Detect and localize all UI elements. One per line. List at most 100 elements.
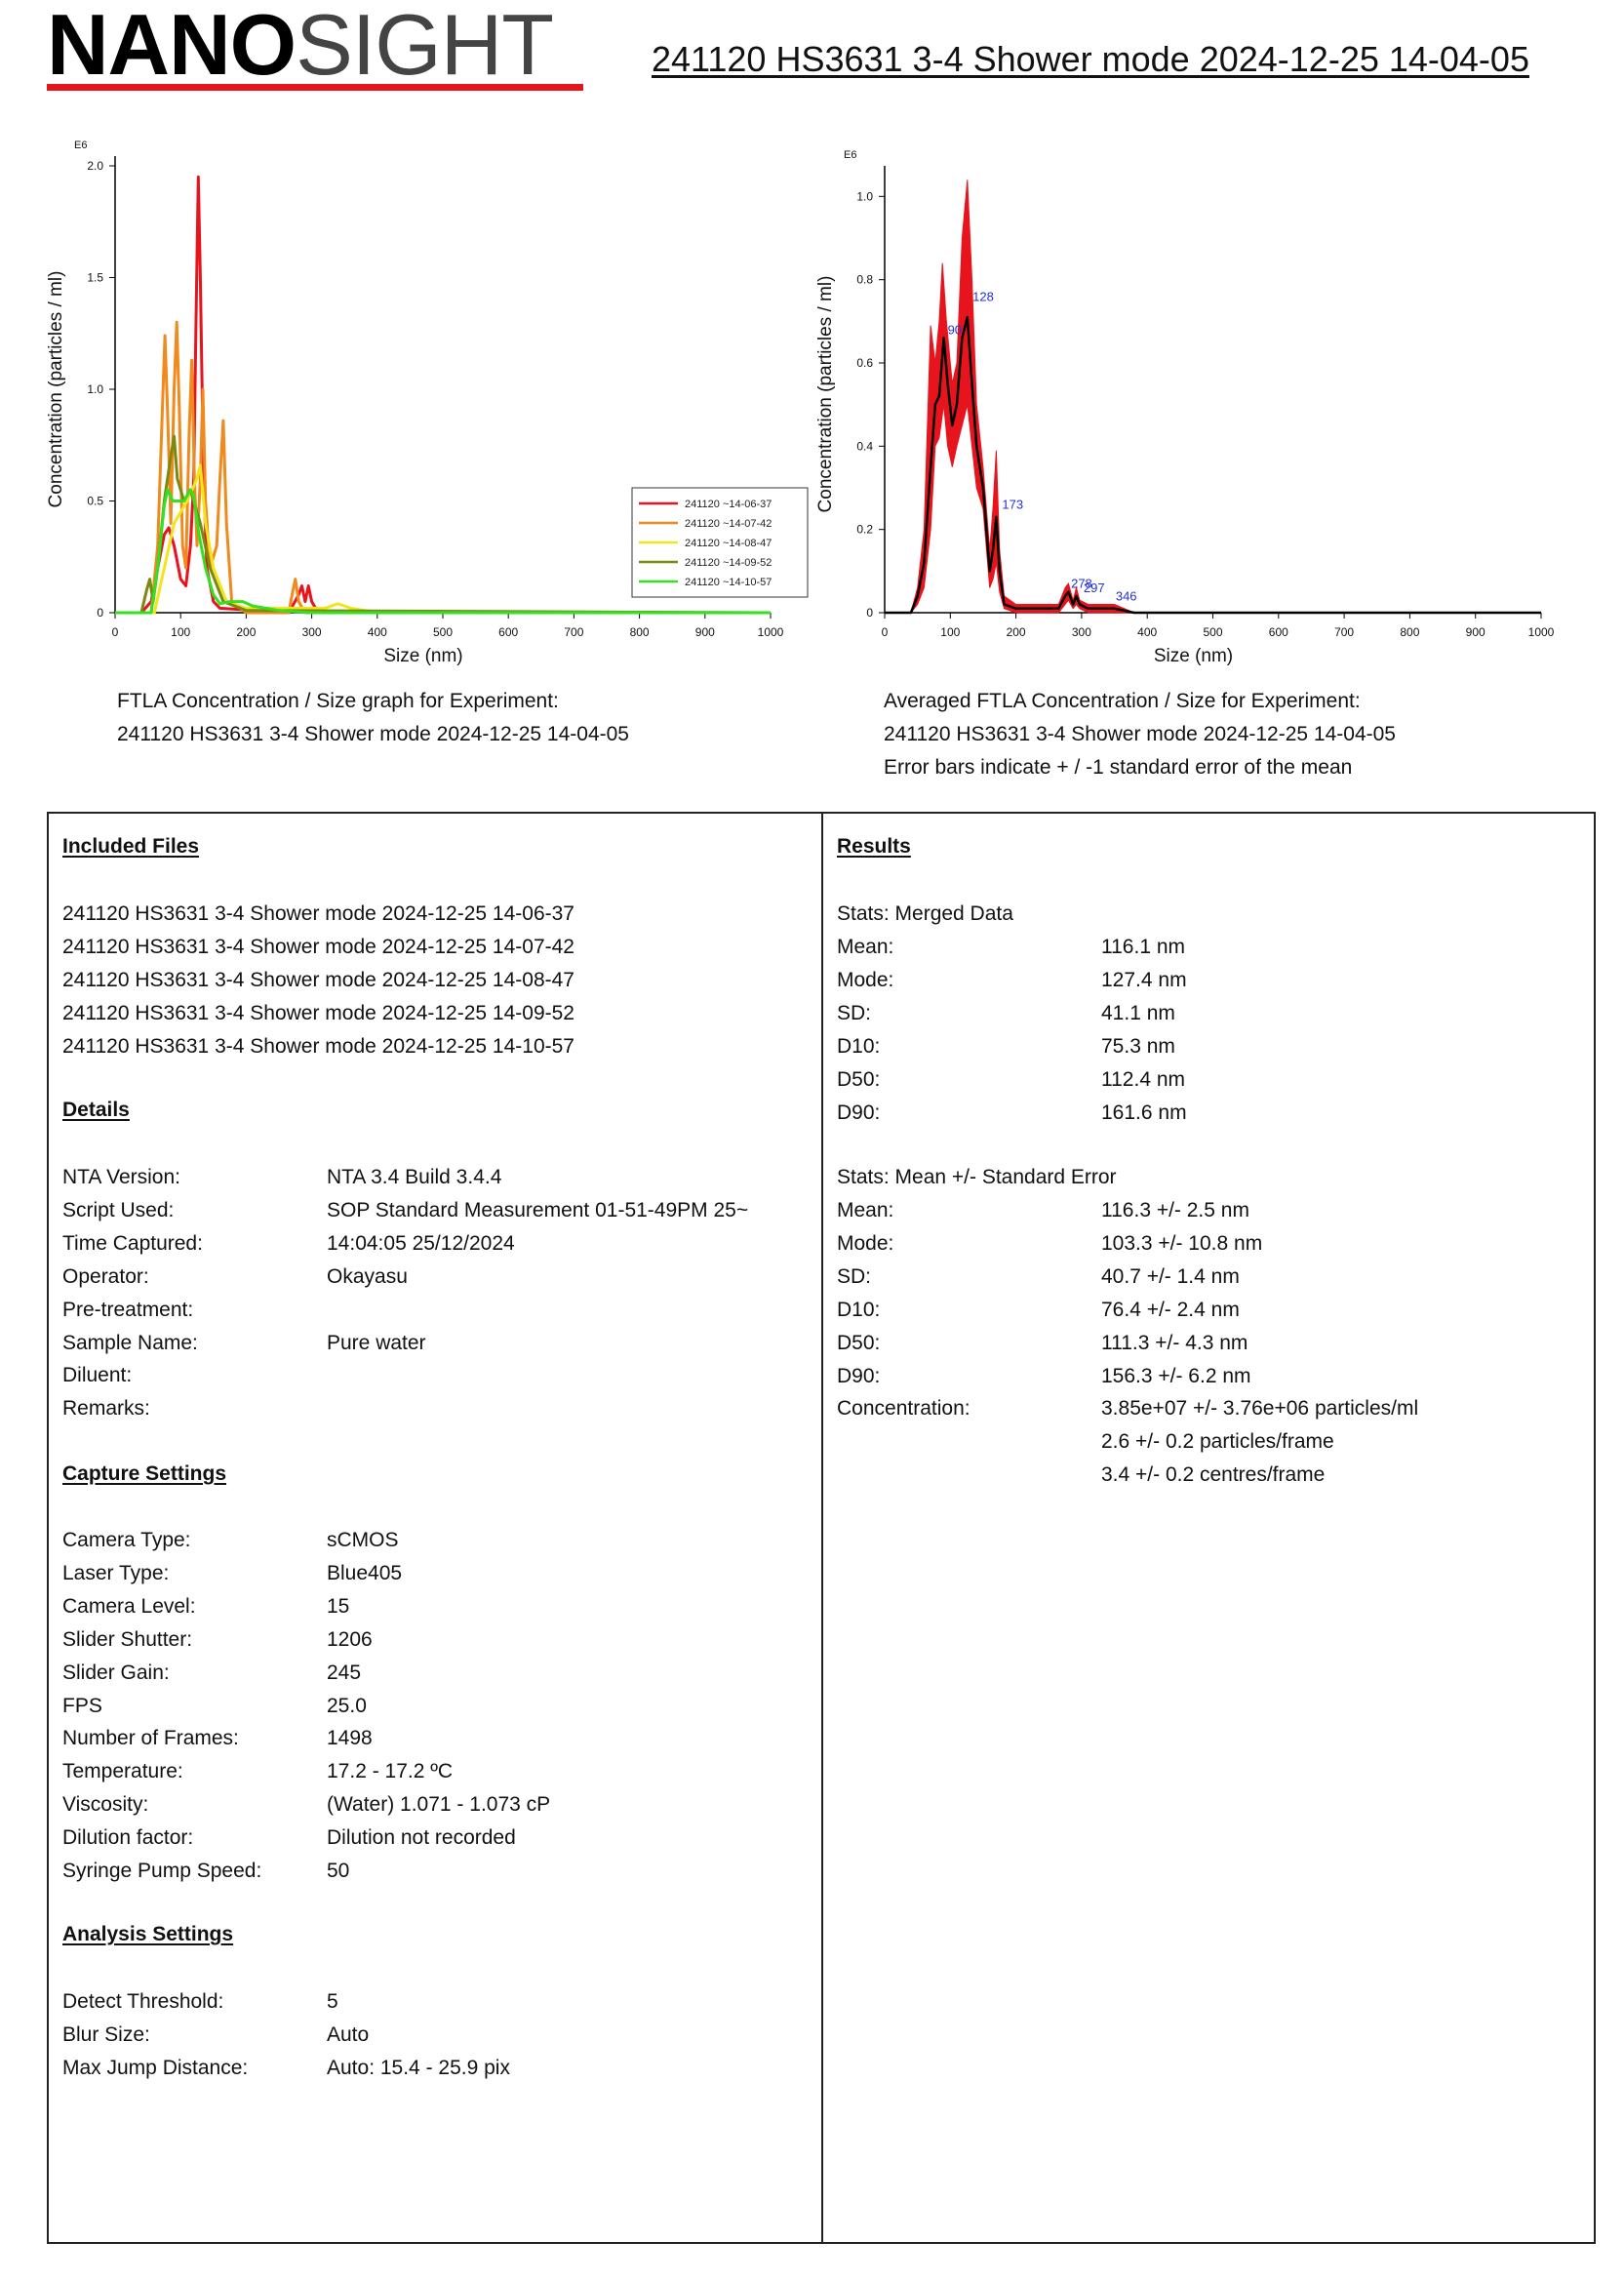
row-value: 75.3 nm bbox=[1101, 1034, 1175, 1058]
row-value: 127.4 nm bbox=[1101, 968, 1187, 991]
row-value: (Water) 1.071 - 1.073 cP bbox=[327, 1793, 551, 1817]
error-band bbox=[885, 180, 1541, 614]
legend-label: 241120 ~14-08-47 bbox=[685, 538, 772, 549]
row-label: Max Jump Distance: bbox=[62, 2056, 249, 2079]
row-label: Diluent: bbox=[62, 1364, 133, 1387]
details-heading: Details bbox=[62, 1099, 130, 1121]
row-label: Number of Frames: bbox=[62, 1727, 239, 1750]
mean-stats-title: Stats: Mean +/- Standard Error bbox=[837, 1166, 1117, 1188]
row-label: D50: bbox=[837, 1067, 881, 1091]
x-tick-label: 100 bbox=[171, 625, 190, 639]
logo-light-text: SIGHT bbox=[296, 0, 554, 93]
row-value: 112.4 nm bbox=[1101, 1067, 1185, 1091]
row-value: 2.6 +/- 0.2 particles/frame bbox=[1101, 1430, 1334, 1454]
y-axis-label: Concentration (particles / ml) bbox=[815, 276, 836, 513]
caption-line: 241120 HS3631 3-4 Shower mode 2024-12-25… bbox=[117, 723, 629, 745]
x-tick-label: 400 bbox=[368, 625, 387, 639]
x-tick-label: 800 bbox=[1400, 625, 1419, 639]
y-axis-label: Concentration (particles / ml) bbox=[46, 271, 66, 508]
x-tick-label: 300 bbox=[1072, 625, 1091, 639]
row-value: 156.3 +/- 6.2 nm bbox=[1101, 1364, 1251, 1387]
x-tick-label: 600 bbox=[1269, 625, 1288, 639]
y-tick-label: 0.6 bbox=[856, 356, 873, 370]
row-label: Mode: bbox=[837, 1231, 894, 1255]
row-value: Blue405 bbox=[327, 1561, 403, 1584]
file-name: 241120 HS3631 3-4 Shower mode 2024-12-25… bbox=[62, 968, 574, 991]
row-label: Time Captured: bbox=[62, 1231, 203, 1255]
caption-line: 241120 HS3631 3-4 Shower mode 2024-12-25… bbox=[884, 723, 1396, 745]
peak-label: 297 bbox=[1084, 581, 1105, 595]
x-axis-label: Size (nm) bbox=[1154, 646, 1233, 666]
row-label: D90: bbox=[837, 1364, 881, 1387]
row-label: Camera Type: bbox=[62, 1529, 191, 1551]
row-value: 103.3 +/- 10.8 nm bbox=[1101, 1231, 1263, 1255]
row-value: Dilution not recorded bbox=[327, 1826, 516, 1850]
row-value: 40.7 +/- 1.4 nm bbox=[1101, 1264, 1240, 1288]
row-label: SD: bbox=[837, 1264, 872, 1288]
row-value: 1206 bbox=[327, 1627, 373, 1651]
y-tick-label: 1.0 bbox=[87, 382, 103, 396]
row-label: D50: bbox=[837, 1331, 881, 1354]
x-tick-label: 700 bbox=[564, 625, 583, 639]
y-tick-label: 0.5 bbox=[87, 495, 103, 508]
row-value: 15 bbox=[327, 1594, 350, 1618]
row-label: Slider Gain: bbox=[62, 1661, 170, 1684]
logo-underline bbox=[47, 84, 583, 91]
row-label: Mean: bbox=[837, 1199, 894, 1221]
settings-panel: Included Files 241120 HS3631 3-4 Shower … bbox=[47, 812, 823, 2244]
legend-label: 241120 ~14-06-37 bbox=[685, 499, 772, 510]
row-value: Pure water bbox=[327, 1331, 426, 1354]
results-heading: Results bbox=[837, 835, 911, 858]
row-label: Syringe Pump Speed: bbox=[62, 1860, 262, 1882]
row-value: 50 bbox=[327, 1860, 350, 1882]
y-tick-label: 0.4 bbox=[856, 439, 873, 453]
x-tick-label: 0 bbox=[112, 625, 119, 639]
legend-label: 241120 ~14-10-57 bbox=[685, 577, 772, 588]
y-tick-label: 0.8 bbox=[856, 273, 873, 287]
row-value: Okayasu bbox=[327, 1264, 408, 1288]
row-value: 116.3 +/- 2.5 nm bbox=[1101, 1199, 1249, 1221]
row-value: 5 bbox=[327, 1990, 338, 2013]
row-label: SD: bbox=[837, 1001, 872, 1024]
x-tick-label: 600 bbox=[498, 625, 518, 639]
x-tick-label: 1000 bbox=[758, 625, 784, 639]
x-tick-label: 300 bbox=[302, 625, 322, 639]
capture-settings-heading: Capture Settings bbox=[62, 1462, 227, 1485]
report-title: 241120 HS3631 3-4 Shower mode 2024-12-25… bbox=[652, 39, 1529, 79]
row-label: Concentration: bbox=[837, 1397, 970, 1421]
row-value: 14:04:05 25/12/2024 bbox=[327, 1231, 515, 1255]
y-tick-label: 0 bbox=[866, 606, 873, 620]
row-label: Detect Threshold: bbox=[62, 1990, 224, 2013]
row-label: Remarks: bbox=[62, 1397, 150, 1421]
row-label: Pre-treatment: bbox=[62, 1298, 194, 1321]
y-tick-label: 0.2 bbox=[856, 523, 873, 537]
x-tick-label: 400 bbox=[1137, 625, 1157, 639]
row-label: Mean: bbox=[837, 936, 894, 958]
included-files-heading: Included Files bbox=[62, 835, 200, 858]
legend-label: 241120 ~14-07-42 bbox=[685, 518, 772, 530]
row-label: Camera Level: bbox=[62, 1594, 196, 1618]
row-label: NTA Version: bbox=[62, 1166, 180, 1188]
caption-line: Error bars indicate + / -1 standard erro… bbox=[884, 756, 1353, 779]
exponent-label: E6 bbox=[844, 149, 856, 161]
row-value: 41.1 nm bbox=[1101, 1001, 1175, 1024]
x-tick-label: 1000 bbox=[1528, 625, 1555, 639]
row-value: sCMOS bbox=[327, 1529, 399, 1551]
row-value: 25.0 bbox=[327, 1694, 367, 1717]
file-name: 241120 HS3631 3-4 Shower mode 2024-12-25… bbox=[62, 902, 574, 925]
chart-legend: 241120 ~14-06-37 241120 ~14-07-42 241120 ~… bbox=[631, 487, 809, 598]
results-panel: Results Stats: Merged Data Mean: 116.1 nm… bbox=[821, 812, 1596, 2244]
x-tick-label: 100 bbox=[940, 625, 960, 639]
merged-stats-title: Stats: Merged Data bbox=[837, 902, 1013, 925]
row-label: Dilution factor: bbox=[62, 1826, 194, 1850]
row-label: D10: bbox=[837, 1034, 881, 1058]
x-tick-label: 500 bbox=[433, 625, 453, 639]
row-label: Mode: bbox=[837, 968, 894, 991]
row-label: Viscosity: bbox=[62, 1793, 149, 1817]
left-chart-caption: FTLA Concentration / Size graph for Expe… bbox=[117, 685, 629, 751]
x-tick-label: 800 bbox=[630, 625, 650, 639]
x-axis-label: Size (nm) bbox=[383, 646, 462, 666]
y-tick-label: 1.5 bbox=[87, 271, 103, 285]
peak-label: 128 bbox=[972, 289, 994, 303]
row-value: 116.1 nm bbox=[1101, 936, 1185, 958]
